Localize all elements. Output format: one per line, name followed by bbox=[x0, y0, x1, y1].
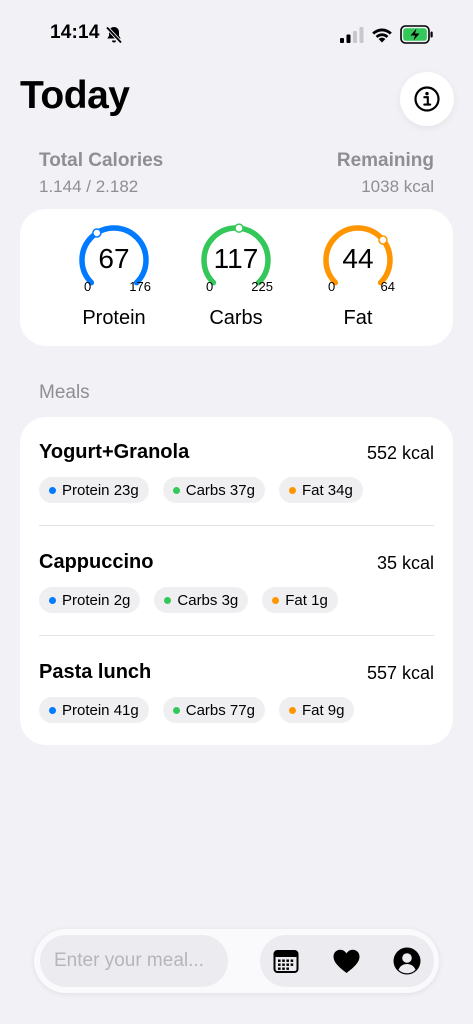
protein-value: 67 bbox=[98, 243, 130, 274]
fat-min: 0 bbox=[328, 279, 336, 294]
status-time: 14:14 bbox=[50, 22, 100, 43]
signal-icon bbox=[340, 27, 364, 43]
protein-dot bbox=[49, 706, 56, 714]
fat-dot bbox=[272, 596, 280, 604]
carbs-chip: Carbs 3g bbox=[154, 587, 249, 613]
meal-item[interactable]: Yogurt+Granola 552 kcal Protein 23g Carb… bbox=[39, 417, 434, 527]
remaining-value: 1038 kcal bbox=[361, 177, 434, 196]
fat-chip-label: Fat 9g bbox=[301, 701, 345, 719]
fat-chip: Fat 1g bbox=[262, 587, 338, 613]
protein-chip-label: Protein 2g bbox=[62, 591, 131, 609]
protein-max: 176 bbox=[129, 279, 151, 294]
fat-chip-label: Fat 1g bbox=[285, 591, 328, 609]
meal-name: Pasta lunch bbox=[39, 661, 152, 683]
meal-item[interactable]: Pasta lunch 557 kcal Protein 41g Carbs 7… bbox=[39, 637, 434, 747]
calendar-icon bbox=[273, 950, 299, 973]
carbs-chip: Carbs 37g bbox=[162, 477, 265, 503]
fat-value: 44 bbox=[342, 243, 374, 274]
info-button[interactable] bbox=[400, 72, 454, 126]
meals-list: Yogurt+Granola 552 kcal Protein 23g Carb… bbox=[20, 417, 453, 745]
divider bbox=[39, 635, 434, 636]
macro-carbs: 117 0 225 Carbs bbox=[181, 223, 291, 343]
total-calories-value: 1.144 / 2.182 bbox=[39, 177, 139, 196]
heart-icon bbox=[333, 949, 359, 973]
carbs-chip-label: Carbs 77g bbox=[185, 701, 255, 719]
protein-label: Protein bbox=[82, 307, 146, 329]
protein-chip-label: Protein 23g bbox=[62, 481, 139, 499]
carbs-dot bbox=[172, 486, 180, 494]
status-bar: 14:14 bbox=[0, 0, 473, 56]
carbs-value: 117 bbox=[213, 243, 259, 274]
fat-dot bbox=[288, 706, 296, 714]
bottom-bar bbox=[34, 929, 439, 993]
fat-label: Fat bbox=[343, 307, 373, 329]
remaining-label: Remaining bbox=[336, 150, 434, 171]
fat-chip: Fat 9g bbox=[278, 697, 355, 723]
macro-summary-card: 67 0 176 Protein 117 0 225 Carbs 44 0 64… bbox=[20, 209, 453, 346]
protein-chip: Protein 2g bbox=[39, 587, 141, 613]
meals-section-title: Meals bbox=[39, 382, 90, 403]
battery-charging-icon bbox=[400, 25, 433, 44]
protein-min: 0 bbox=[84, 279, 92, 294]
fat-chip: Fat 34g bbox=[278, 477, 363, 503]
protein-dot bbox=[49, 596, 56, 604]
carbs-min: 0 bbox=[206, 279, 214, 294]
fat-chip-label: Fat 34g bbox=[301, 481, 353, 499]
calendar-button[interactable] bbox=[272, 947, 300, 975]
meal-kcal: 552 kcal bbox=[366, 443, 434, 463]
carbs-chip-label: Carbs 3g bbox=[177, 591, 239, 609]
protein-chip: Protein 41g bbox=[39, 697, 149, 723]
total-calories-label: Total Calories bbox=[39, 150, 164, 171]
wifi-icon bbox=[372, 28, 392, 43]
protein-dot bbox=[49, 486, 56, 494]
protein-chip-label: Protein 41g bbox=[62, 701, 139, 719]
carbs-dot bbox=[172, 706, 180, 714]
fat-max: 64 bbox=[380, 279, 395, 294]
action-group bbox=[260, 935, 434, 987]
profile-icon bbox=[393, 947, 421, 975]
carbs-chip-label: Carbs 37g bbox=[185, 481, 255, 499]
favorites-button[interactable] bbox=[332, 947, 360, 975]
page-title: Today bbox=[20, 74, 130, 117]
carbs-dot bbox=[164, 596, 172, 604]
meal-kcal: 35 kcal bbox=[376, 553, 434, 573]
carbs-chip: Carbs 77g bbox=[162, 697, 265, 723]
bell-off-icon bbox=[105, 26, 123, 44]
carbs-label: Carbs bbox=[209, 307, 263, 329]
macro-protein: 67 0 176 Protein bbox=[59, 223, 169, 343]
meal-name: Cappuccino bbox=[39, 551, 154, 573]
info-icon bbox=[414, 86, 440, 112]
meal-input[interactable] bbox=[40, 935, 228, 987]
macro-fat: 44 0 64 Fat bbox=[303, 223, 413, 343]
divider bbox=[39, 525, 434, 526]
meal-kcal: 557 kcal bbox=[366, 663, 434, 683]
meal-name: Yogurt+Granola bbox=[39, 441, 190, 463]
profile-button[interactable] bbox=[393, 947, 421, 975]
carbs-max: 225 bbox=[251, 279, 273, 294]
meal-item[interactable]: Cappuccino 35 kcal Protein 2g Carbs 3g F… bbox=[39, 527, 434, 637]
protein-chip: Protein 23g bbox=[39, 477, 149, 503]
fat-dot bbox=[288, 486, 296, 494]
